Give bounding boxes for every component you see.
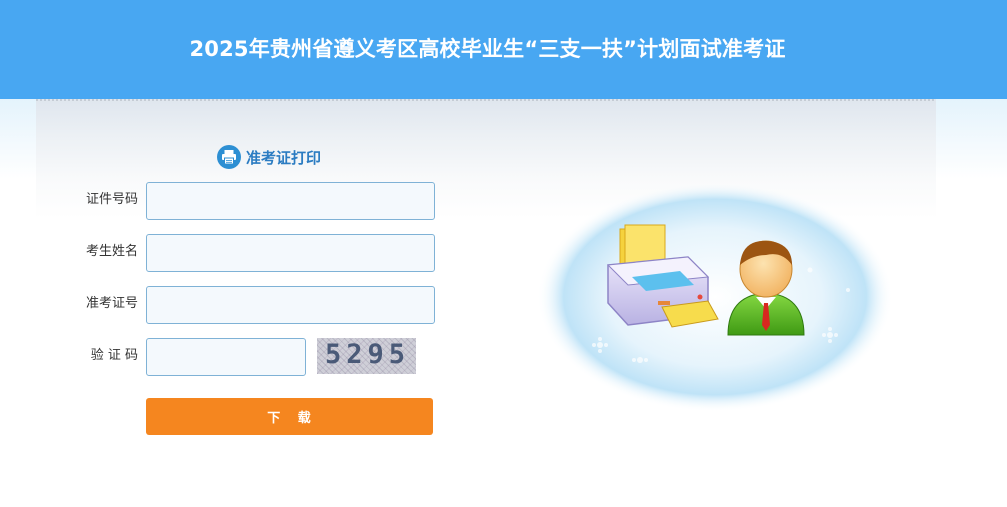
panel-dotted-border: [36, 99, 936, 101]
printer-icon: [217, 145, 241, 169]
form-title: 准考证打印: [217, 144, 321, 170]
id-number-input[interactable]: [146, 182, 435, 220]
ticket-number-input[interactable]: [146, 286, 435, 324]
id-number-label: 证件号码: [85, 192, 138, 207]
ticket-number-label: 准考证号: [85, 296, 138, 311]
page-title: 2025年贵州省遵义考区高校毕业生“三支一扶”计划面试准考证: [189, 37, 786, 61]
captcha-label: 验 证 码: [90, 348, 138, 363]
download-button[interactable]: 下 载: [146, 398, 433, 435]
name-label: 考生姓名: [85, 244, 138, 259]
form-title-label: 准考证打印: [246, 148, 322, 167]
name-input[interactable]: [146, 234, 435, 272]
side-glow-left: [0, 99, 36, 179]
captcha-code: 5295: [325, 339, 411, 370]
side-glow-right: [936, 99, 1007, 179]
page-header: 2025年贵州省遵义考区高校毕业生“三支一扶”计划面试准考证: [0, 0, 1007, 99]
print-illustration: [530, 182, 900, 425]
captcha-input[interactable]: [146, 338, 306, 376]
captcha-image[interactable]: 5295: [317, 338, 416, 374]
